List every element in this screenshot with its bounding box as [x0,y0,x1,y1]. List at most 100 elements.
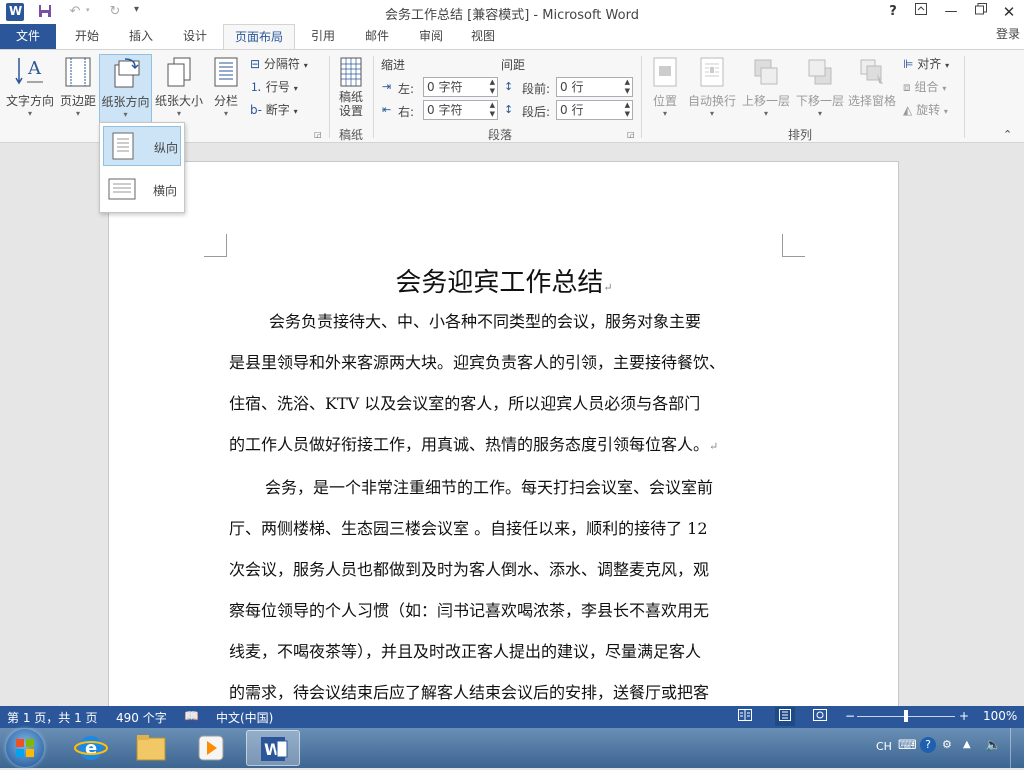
tab-design[interactable]: 设计 [170,24,220,49]
rotate-icon: ◭ [903,103,913,117]
restore-button[interactable] [970,2,992,22]
group-icon: ⧈ [903,80,911,94]
tab-mailings[interactable]: 邮件 [352,24,402,49]
taskbar-ie-icon[interactable]: e [64,730,118,766]
bring-forward-button[interactable]: 上移一层 ▾ [740,54,792,124]
position-button[interactable]: 位置 ▾ [646,54,684,124]
text-direction-button[interactable]: A 文字方向 ▾ [4,54,56,124]
taskbar-word-icon[interactable]: W [246,730,300,766]
group-button[interactable]: ⧈ 组合 ▾ [903,77,946,97]
zoom-slider[interactable] [857,710,955,722]
text-line: 住宿、洗浴、KTV 以及会议室的客人，所以迎宾人员必须与各部门 [229,394,701,413]
zoom-slider-thumb[interactable] [904,710,908,722]
spacing-after-field[interactable]: 0 行 ▲ ▼ [556,100,633,120]
proofing-icon[interactable]: 📖 [184,709,199,723]
indent-header: 缩进 [381,58,406,72]
save-icon[interactable] [36,3,54,21]
paragraph-mark-icon: ↵ [709,440,719,453]
spinner-arrows-icon[interactable]: ▲ ▼ [490,101,495,119]
tab-references[interactable]: 引用 [298,24,348,49]
title-bar: W ↶ ▾ ↻ ▾ 会务工作总结 [兼容模式] - Microsoft Word… [0,0,1024,24]
portrait-page-icon [112,132,134,163]
zoom-out-button[interactable]: − [845,709,855,723]
hyphenation-button[interactable]: b‐ 断字 ▾ [250,100,298,120]
indent-right-field[interactable]: 0 字符 ▲ ▼ [423,100,498,120]
page-setup-dialog-launcher-icon[interactable]: ◲ [314,130,322,139]
selection-pane-button[interactable]: 选择窗格 [846,54,898,124]
show-desktop-button[interactable] [1010,728,1024,768]
volume-icon[interactable]: 🔈 [985,738,1001,753]
zoom-level[interactable]: 100% [983,709,1017,723]
tab-home[interactable]: 开始 [62,24,112,49]
chevron-down-icon: ▾ [27,109,32,118]
undo-icon[interactable]: ↶ [66,3,84,21]
tab-file[interactable]: 文件 [0,24,56,49]
help-circle-icon[interactable]: ? [920,737,936,753]
show-hidden-icons-icon[interactable]: ▲ [963,739,971,750]
group-separator [964,56,965,138]
chevron-down-icon: ▾ [75,109,80,118]
taskbar-explorer-icon[interactable] [124,730,178,766]
signin-link[interactable]: 登录 [992,22,1024,47]
columns-icon [211,56,241,88]
size-button[interactable]: 纸张大小 ▾ [153,54,205,124]
print-layout-icon[interactable] [775,707,795,726]
tab-view[interactable]: 视图 [458,24,508,49]
menu-item-portrait[interactable]: 纵向 [103,126,181,166]
chevron-down-icon: ▾ [123,110,128,119]
paragraph-2[interactable]: 会务，是一个非常注重细节的工作。每天打扫会议室、会议室前 厅、两侧楼梯、生态园三… [229,467,781,706]
group-separator [373,56,374,138]
redo-icon[interactable]: ↻ [106,3,124,21]
paragraph-1[interactable]: 会务负责接待大、中、小各种不同类型的会议，服务对象主要 是县里领导和外来客源两大… [229,301,781,467]
undo-dropdown-icon[interactable]: ▾ [86,6,90,14]
help-button[interactable]: ? [882,2,904,22]
taskbar-media-player-icon[interactable] [184,730,238,766]
word-logo-icon[interactable]: W [6,3,24,21]
page-count[interactable]: 第 1 页，共 1 页 [7,709,98,726]
orientation-icon [111,57,141,89]
word-count[interactable]: 490 个字 [116,709,167,726]
customize-quick-access-icon[interactable]: ▾ [134,4,139,15]
orientation-button[interactable]: 纸张方向 ▾ [99,54,152,124]
rotate-button[interactable]: ◭ 旋转 ▾ [903,100,948,120]
text-line: 的工作人员做好衔接工作，用真诚、热情的服务态度引领每位客人。↵ [229,435,719,454]
tab-review[interactable]: 审阅 [406,24,456,49]
spinner-arrows-icon[interactable]: ▲ ▼ [625,78,630,96]
language-indicator[interactable]: 中文(中国) [216,709,273,726]
text-line: 厅、两侧楼梯、生态园三楼会议室 。自接任以来，顺利的接待了 12 [229,519,708,538]
paragraph-dialog-launcher-icon[interactable]: ◲ [627,130,635,139]
spinner-arrows-icon[interactable]: ▲ ▼ [625,101,630,119]
web-layout-icon[interactable] [813,709,827,724]
margins-button[interactable]: 页边距 ▾ [58,54,98,124]
manuscript-setup-button[interactable]: 稿纸 设置 [334,54,368,124]
columns-button[interactable]: 分栏 ▾ [208,54,244,124]
zoom-in-button[interactable]: + [959,709,969,723]
wrap-text-button[interactable]: 自动换行 ▾ [686,54,738,124]
start-button[interactable] [6,729,44,767]
document-area: 会务迎宾工作总结↵ 会务负责接待大、中、小各种不同类型的会议，服务对象主要 是县… [0,143,1024,706]
collapse-ribbon-icon[interactable]: ⌃ [1003,128,1012,141]
chevron-down-icon: ▾ [709,109,714,118]
align-button[interactable]: ⊫ 对齐 ▾ [903,54,949,74]
document-title[interactable]: 会务迎宾工作总结↵ [229,262,779,299]
close-button[interactable]: ✕ [998,2,1020,22]
align-icon: ⊫ [903,57,914,71]
minimize-button[interactable]: — [940,2,962,22]
menu-item-landscape[interactable]: 横向 [103,170,181,210]
indent-right-icon: ⇤ [382,103,392,116]
document-page[interactable]: 会务迎宾工作总结↵ 会务负责接待大、中、小各种不同类型的会议，服务对象主要 是县… [108,161,899,706]
taskbar: e W CH ⌨ ? ⚙ ▲ 🔈 [0,728,1024,768]
ribbon-display-options-icon[interactable] [910,2,932,22]
spinner-arrows-icon[interactable]: ▲ ▼ [490,78,495,96]
tray-settings-icon[interactable]: ⚙ [942,738,952,751]
spacing-before-field[interactable]: 0 行 ▲ ▼ [556,77,633,97]
tab-insert[interactable]: 插入 [116,24,166,49]
keyboard-icon[interactable]: ⌨ [898,738,917,753]
send-backward-button[interactable]: 下移一层 ▾ [794,54,846,124]
ime-indicator[interactable]: CH [876,740,892,753]
read-mode-icon[interactable] [738,709,752,724]
line-numbers-button[interactable]: ⒈ 行号 ▾ [250,77,298,97]
indent-left-field[interactable]: 0 字符 ▲ ▼ [423,77,498,97]
breaks-button[interactable]: ⊟ 分隔符 ▾ [250,54,308,74]
tab-page-layout[interactable]: 页面布局 [223,24,295,49]
